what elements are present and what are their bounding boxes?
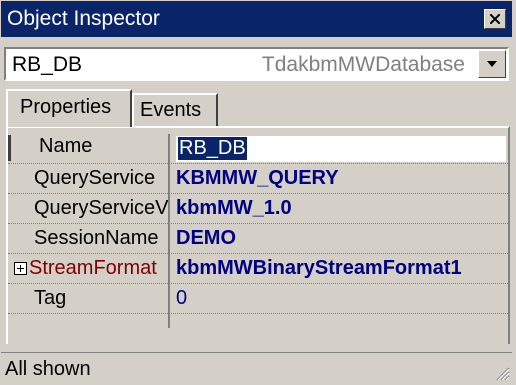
property-label: SessionName	[34, 227, 159, 249]
property-label: QueryService	[34, 167, 156, 189]
property-row-queryserviceversion[interactable]: QueryServiceV kbmMW_1.0	[8, 194, 508, 224]
tab-events-label: Events	[140, 99, 202, 121]
property-row-name[interactable]: Name RB_DB	[8, 134, 508, 164]
property-label-text: StreamFormat	[29, 257, 157, 279]
object-type: TdakbmMWDatabase	[261, 53, 465, 76]
tab-events[interactable]: Events	[132, 93, 218, 127]
property-value-input[interactable]: RB_DB	[178, 137, 247, 160]
property-value-editor[interactable]: RB_DB	[176, 136, 506, 162]
title-bar[interactable]: Object Inspector	[1, 1, 512, 37]
status-text: All shown	[5, 358, 91, 380]
expand-icon[interactable]	[14, 262, 27, 276]
property-label: StreamFormat	[14, 257, 168, 280]
tab-properties[interactable]: Properties	[6, 89, 132, 127]
property-value[interactable]: 0	[176, 287, 187, 310]
property-row-queryservice[interactable]: QueryService KBMMW_QUERY	[8, 164, 508, 194]
status-bar: All shown	[1, 352, 512, 383]
tab-properties-label: Properties	[20, 96, 112, 118]
close-button[interactable]	[484, 9, 506, 29]
close-icon	[490, 14, 500, 24]
property-row-sessionname[interactable]: SessionName DEMO	[8, 224, 508, 254]
property-value[interactable]: kbmMWBinaryStreamFormat1	[176, 257, 462, 280]
property-value[interactable]: kbmMW_1.0	[176, 197, 292, 220]
property-row-tag[interactable]: Tag 0	[8, 284, 508, 314]
property-label: Name	[8, 135, 173, 161]
chevron-down-icon	[487, 61, 497, 67]
object-selector-dropdown-button[interactable]	[478, 50, 506, 78]
property-label: Tag	[34, 287, 67, 309]
property-value[interactable]: KBMMW_QUERY	[176, 167, 339, 190]
property-row-streamformat[interactable]: StreamFormat kbmMWBinaryStreamFormat1	[8, 254, 508, 284]
object-inspector-window: Object Inspector RB_DB TdakbmMWDatabase …	[0, 0, 516, 385]
object-name: RB_DB	[12, 53, 83, 76]
property-label: QueryServiceV	[34, 197, 168, 219]
resize-grip-icon[interactable]	[494, 365, 510, 381]
property-value[interactable]: DEMO	[176, 227, 236, 250]
window-title: Object Inspector	[7, 7, 160, 30]
property-grid: Name RB_DB QueryService KBMMW_QUERY Quer…	[6, 126, 510, 344]
object-selector-combo[interactable]: RB_DB TdakbmMWDatabase	[4, 47, 509, 81]
